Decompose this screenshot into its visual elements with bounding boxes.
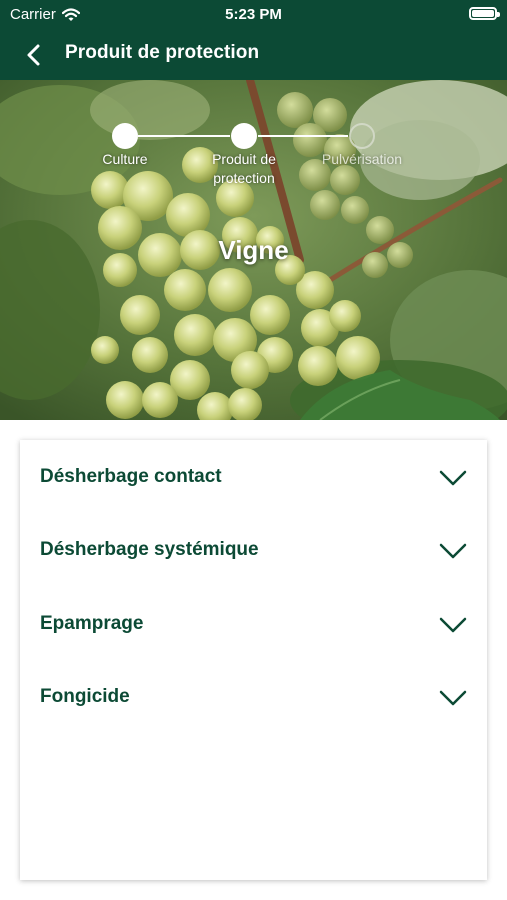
chevron-down-icon[interactable]: [439, 617, 467, 633]
battery-icon: [469, 7, 500, 20]
step-pulverisation-dot: [349, 123, 375, 149]
page-title: Produit de protection: [65, 42, 260, 63]
stepper-track: [112, 123, 375, 149]
category-label: Désherbage contact: [40, 466, 222, 487]
category-label: Fongicide: [40, 686, 130, 707]
step-culture-label: Culture: [102, 151, 148, 167]
category-row-epamprage[interactable]: Epamprage: [20, 595, 487, 655]
crop-hero-image: Culture Produit de protection Pulvérisat…: [0, 80, 507, 420]
chevron-down-icon[interactable]: [439, 690, 467, 706]
category-list: Désherbage contact Désherbage systémique…: [20, 440, 487, 880]
step-produit-dot: [231, 123, 257, 149]
step-pulverisation-label: Pulvérisation: [321, 151, 403, 167]
category-label: Epamprage: [40, 613, 144, 634]
back-icon[interactable]: [18, 38, 52, 72]
app-header: Carrier 5:23 PM Produit de protection: [0, 0, 507, 80]
crop-name: Vigne: [218, 235, 289, 265]
step-produit-label: Produit de protection: [212, 151, 276, 186]
chevron-down-icon[interactable]: [439, 470, 467, 486]
step-culture-dot: [112, 123, 138, 149]
progress-stepper: Culture Produit de protection Pulvérisat…: [0, 80, 507, 200]
chevron-down-icon[interactable]: [439, 543, 467, 559]
category-row-desherbage-contact[interactable]: Désherbage contact: [20, 448, 487, 508]
category-row-fongicide[interactable]: Fongicide: [20, 668, 487, 728]
category-row-desherbage-systemique[interactable]: Désherbage systémique: [20, 521, 487, 581]
category-label: Désherbage systémique: [40, 539, 259, 560]
navigation-bar: Produit de protection: [0, 30, 507, 80]
status-bar: Carrier 5:23 PM: [0, 0, 507, 28]
status-time: 5:23 PM: [225, 6, 282, 23]
